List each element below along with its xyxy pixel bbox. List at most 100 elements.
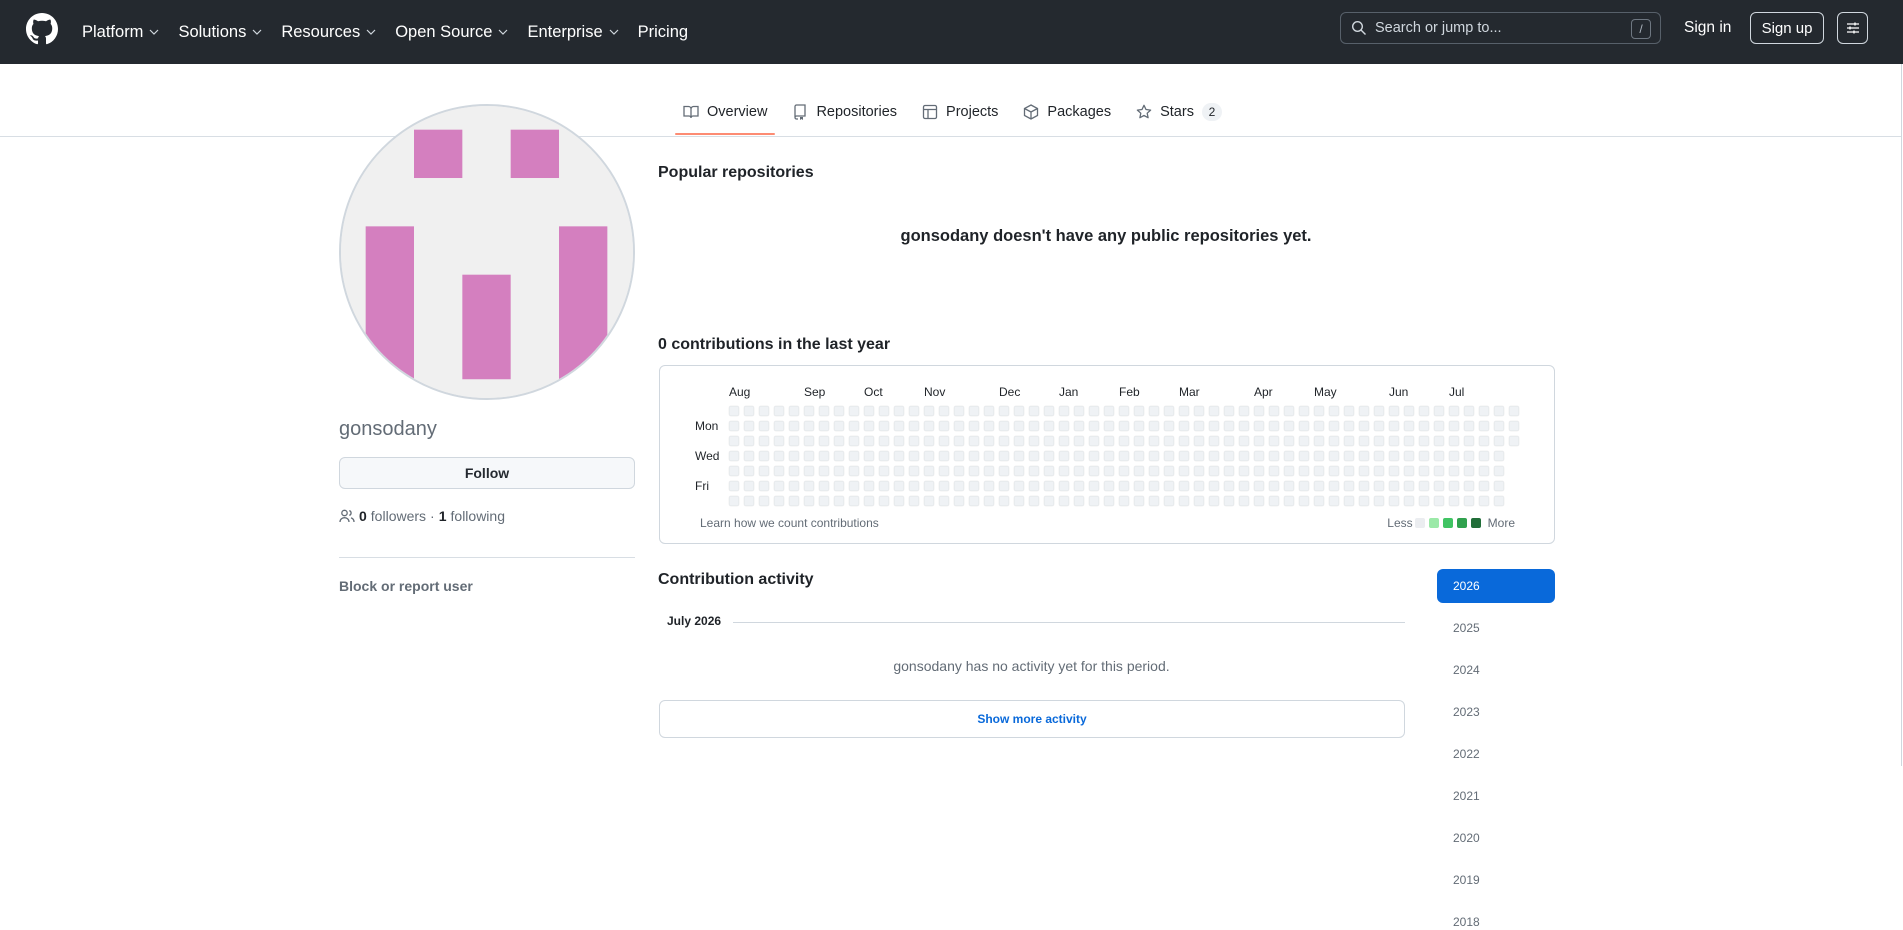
- contribution-day-cell[interactable]: [1028, 420, 1040, 432]
- contribution-day-cell[interactable]: [1178, 465, 1190, 477]
- contribution-day-cell[interactable]: [833, 465, 845, 477]
- contribution-day-cell[interactable]: [893, 405, 905, 417]
- contribution-day-cell[interactable]: [1103, 420, 1115, 432]
- contribution-day-cell[interactable]: [1493, 405, 1505, 417]
- contribution-day-cell[interactable]: [968, 435, 980, 447]
- contribution-day-cell[interactable]: [1373, 435, 1385, 447]
- contribution-day-cell[interactable]: [1313, 420, 1325, 432]
- contribution-day-cell[interactable]: [1058, 420, 1070, 432]
- contribution-day-cell[interactable]: [1418, 450, 1430, 462]
- contribution-day-cell[interactable]: [1298, 420, 1310, 432]
- contribution-day-cell[interactable]: [983, 480, 995, 492]
- contribution-day-cell[interactable]: [758, 405, 770, 417]
- contribution-day-cell[interactable]: [1193, 450, 1205, 462]
- contribution-day-cell[interactable]: [788, 420, 800, 432]
- nav-open-source[interactable]: Open Source: [395, 23, 508, 42]
- contribution-day-cell[interactable]: [1133, 435, 1145, 447]
- contribution-day-cell[interactable]: [938, 495, 950, 507]
- contribution-day-cell[interactable]: [833, 405, 845, 417]
- followers-label[interactable]: followers: [371, 508, 426, 524]
- contribution-day-cell[interactable]: [1238, 435, 1250, 447]
- contribution-day-cell[interactable]: [953, 405, 965, 417]
- contribution-day-cell[interactable]: [1223, 405, 1235, 417]
- contribution-day-cell[interactable]: [923, 420, 935, 432]
- contribution-day-cell[interactable]: [983, 495, 995, 507]
- contribution-day-cell[interactable]: [803, 405, 815, 417]
- contribution-day-cell[interactable]: [1493, 420, 1505, 432]
- contribution-day-cell[interactable]: [998, 495, 1010, 507]
- contribution-day-cell[interactable]: [1238, 465, 1250, 477]
- contribution-day-cell[interactable]: [1148, 465, 1160, 477]
- contribution-day-cell[interactable]: [1298, 435, 1310, 447]
- contribution-day-cell[interactable]: [1193, 495, 1205, 507]
- contribution-day-cell[interactable]: [1148, 450, 1160, 462]
- contribution-day-cell[interactable]: [848, 495, 860, 507]
- contribution-day-cell[interactable]: [1403, 480, 1415, 492]
- contribution-day-cell[interactable]: [983, 465, 995, 477]
- contribution-day-cell[interactable]: [1178, 435, 1190, 447]
- contribution-day-cell[interactable]: [1028, 405, 1040, 417]
- sign-up-button[interactable]: Sign up: [1750, 12, 1824, 44]
- contribution-day-cell[interactable]: [1283, 495, 1295, 507]
- tab-packages[interactable]: Packages: [1015, 96, 1119, 128]
- github-mark-icon[interactable]: [26, 13, 58, 45]
- contribution-day-cell[interactable]: [863, 480, 875, 492]
- contribution-day-cell[interactable]: [1268, 420, 1280, 432]
- contribution-day-cell[interactable]: [1013, 435, 1025, 447]
- contribution-day-cell[interactable]: [1418, 405, 1430, 417]
- contribution-day-cell[interactable]: [923, 405, 935, 417]
- contribution-day-cell[interactable]: [1178, 450, 1190, 462]
- contribution-day-cell[interactable]: [758, 495, 770, 507]
- contribution-day-cell[interactable]: [1193, 465, 1205, 477]
- contribution-day-cell[interactable]: [1163, 480, 1175, 492]
- contribution-day-cell[interactable]: [1463, 495, 1475, 507]
- contribution-day-cell[interactable]: [893, 495, 905, 507]
- contribution-day-cell[interactable]: [803, 450, 815, 462]
- contribution-day-cell[interactable]: [1028, 465, 1040, 477]
- contribution-day-cell[interactable]: [848, 435, 860, 447]
- contribution-day-cell[interactable]: [803, 435, 815, 447]
- contribution-day-cell[interactable]: [818, 420, 830, 432]
- contribution-day-cell[interactable]: [1133, 495, 1145, 507]
- contribution-day-cell[interactable]: [1433, 480, 1445, 492]
- contribution-day-cell[interactable]: [1508, 435, 1520, 447]
- contribution-day-cell[interactable]: [1088, 465, 1100, 477]
- contribution-day-cell[interactable]: [1223, 465, 1235, 477]
- contribution-day-cell[interactable]: [1073, 465, 1085, 477]
- contribution-day-cell[interactable]: [1373, 420, 1385, 432]
- contribution-day-cell[interactable]: [998, 480, 1010, 492]
- contribution-day-cell[interactable]: [1223, 435, 1235, 447]
- contribution-day-cell[interactable]: [1388, 495, 1400, 507]
- contribution-day-cell[interactable]: [1463, 435, 1475, 447]
- contribution-day-cell[interactable]: [743, 450, 755, 462]
- contribution-day-cell[interactable]: [1313, 450, 1325, 462]
- contribution-day-cell[interactable]: [803, 495, 815, 507]
- contribution-day-cell[interactable]: [1013, 420, 1025, 432]
- contribution-day-cell[interactable]: [1163, 450, 1175, 462]
- contribution-day-cell[interactable]: [743, 465, 755, 477]
- contribution-day-cell[interactable]: [923, 495, 935, 507]
- contribution-day-cell[interactable]: [1313, 480, 1325, 492]
- year-item-2026[interactable]: 2026: [1437, 569, 1555, 603]
- contribution-day-cell[interactable]: [908, 405, 920, 417]
- contribution-day-cell[interactable]: [893, 420, 905, 432]
- contribution-day-cell[interactable]: [908, 420, 920, 432]
- contribution-day-cell[interactable]: [1058, 435, 1070, 447]
- contribution-day-cell[interactable]: [1043, 480, 1055, 492]
- year-item-2018[interactable]: 2018: [1437, 905, 1555, 930]
- contribution-day-cell[interactable]: [1223, 450, 1235, 462]
- contribution-day-cell[interactable]: [1163, 465, 1175, 477]
- contribution-day-cell[interactable]: [1433, 405, 1445, 417]
- contribution-day-cell[interactable]: [803, 465, 815, 477]
- nav-pricing[interactable]: Pricing: [638, 23, 688, 42]
- contribution-day-cell[interactable]: [1493, 435, 1505, 447]
- contribution-day-cell[interactable]: [908, 465, 920, 477]
- contribution-day-cell[interactable]: [743, 405, 755, 417]
- contribution-day-cell[interactable]: [1388, 465, 1400, 477]
- contribution-day-cell[interactable]: [1343, 435, 1355, 447]
- contribution-day-cell[interactable]: [1253, 465, 1265, 477]
- contribution-day-cell[interactable]: [818, 450, 830, 462]
- contribution-day-cell[interactable]: [863, 405, 875, 417]
- contribution-day-cell[interactable]: [1373, 465, 1385, 477]
- contribution-day-cell[interactable]: [1343, 405, 1355, 417]
